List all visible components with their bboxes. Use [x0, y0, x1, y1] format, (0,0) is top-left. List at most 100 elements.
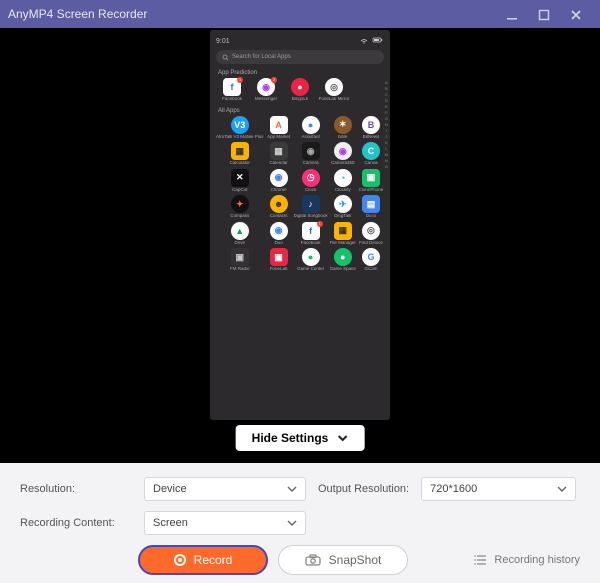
app-clonephone[interactable]: ▣ClonePhone — [358, 169, 384, 193]
app-title: AnyMP4 Screen Recorder — [8, 7, 496, 21]
notification-badge: 2 — [271, 77, 277, 83]
search-icon — [222, 54, 229, 61]
resolution-select[interactable]: Device — [144, 477, 306, 501]
app-icon: ♪ — [302, 195, 320, 213]
app-icon: G — [362, 248, 380, 266]
hide-settings-button[interactable]: Hide Settings — [236, 425, 365, 451]
app-bitnews[interactable]: BBitNews — [358, 116, 384, 140]
app-clockify[interactable]: ◔Clockify — [330, 169, 356, 193]
app-icon: ▤ — [362, 195, 380, 213]
recording-history-link[interactable]: Recording history — [474, 554, 580, 566]
app-bible[interactable]: ✶bible — [330, 116, 356, 140]
app-label: Facebook — [216, 97, 248, 102]
alpha-letter[interactable]: O — [385, 164, 388, 170]
app-facebook[interactable]: fFacebook1 — [294, 222, 328, 246]
app-file-manager[interactable]: ▦File Manager — [330, 222, 356, 246]
app-label: Clock — [294, 188, 328, 193]
app-icon: B — [362, 116, 380, 134]
app-digital-songbook[interactable]: ♪Digital Songbook — [294, 195, 328, 219]
record-button[interactable]: Record — [138, 545, 268, 575]
recording-content-select[interactable]: Screen — [144, 511, 306, 535]
minimize-button[interactable] — [496, 6, 528, 22]
app-icon: ▣ — [362, 169, 380, 187]
app-label: Duo — [266, 241, 292, 246]
app-dingtalk[interactable]: ✈DingTalk — [330, 195, 356, 219]
chevron-down-icon — [287, 484, 297, 494]
wifi-icon — [360, 36, 368, 44]
app-icon: ◉ — [334, 142, 352, 160]
app-bingolk[interactable]: ●BingoLk — [284, 78, 316, 102]
app-fonelab-mirror[interactable]: ◎FoneLab Mirror — [318, 78, 350, 102]
app-icon: A — [270, 116, 288, 134]
app-fonelab[interactable]: ▣FoneLab — [266, 248, 292, 272]
phone-screen: 9:01 Search for Local Apps App Predictio… — [210, 30, 390, 420]
app-icon: ☻ — [270, 195, 288, 213]
app-icon: ◎ — [362, 222, 380, 240]
camera-icon — [305, 554, 321, 566]
app-icon: ◉ — [270, 169, 288, 187]
app-label: Camera — [294, 161, 328, 166]
app-label: FM Radio — [216, 267, 264, 272]
app-capcut[interactable]: ✕CapCut — [216, 169, 264, 193]
app-label: Docs — [358, 214, 384, 219]
app-icon: ▣ — [270, 248, 288, 266]
app-find-device[interactable]: ◎Find Device — [358, 222, 384, 246]
close-button[interactable] — [560, 6, 592, 22]
app-label: CapCut — [216, 188, 264, 193]
app-clock[interactable]: ◷Clock — [294, 169, 328, 193]
maximize-button[interactable] — [528, 6, 560, 22]
app-label: Clockify — [330, 188, 356, 193]
record-label: Record — [194, 553, 233, 567]
app-icon: ● — [302, 116, 320, 134]
app-icon: ◉ — [302, 142, 320, 160]
app-assistant[interactable]: ●Assistant — [294, 116, 328, 140]
app-app-market[interactable]: AApp Market — [266, 116, 292, 140]
app-label: Find Device — [358, 241, 384, 246]
notification-badge: 1 — [317, 221, 323, 227]
app-label: Chrome — [266, 188, 292, 193]
notification-badge: 1 — [237, 77, 243, 83]
hide-settings-label: Hide Settings — [252, 431, 329, 445]
app-label: bible — [330, 135, 356, 140]
app-game-space[interactable]: ●Game Space — [330, 248, 356, 272]
app-duo[interactable]: ◉Duo — [266, 222, 292, 246]
phone-search-input[interactable]: Search for Local Apps — [216, 50, 384, 64]
app-icon: ✈ — [334, 195, 352, 213]
alpha-index[interactable]: ABCDEFGHIJKLMNO — [385, 80, 388, 170]
app-afrotalk-v3-mobile-plus[interactable]: V3AfroTalk V3 Mobile Plus — [216, 116, 264, 140]
app-label: Calendar — [266, 161, 292, 166]
output-resolution-label: Output Resolution: — [318, 483, 409, 495]
recording-content-value: Screen — [153, 517, 287, 529]
app-icon: ◷ — [302, 169, 320, 187]
app-label: BingoLk — [284, 97, 316, 102]
app-icon: V3 — [231, 116, 249, 134]
app-compass[interactable]: ✦Compass — [216, 195, 264, 219]
app-canva[interactable]: CCanva — [358, 142, 384, 166]
app-messenger[interactable]: ◉Messenger2 — [250, 78, 282, 102]
app-label: Messenger — [250, 97, 282, 102]
app-contacts[interactable]: ☻Contacts — [266, 195, 292, 219]
app-label: GCam — [358, 267, 384, 272]
app-fm-radio[interactable]: ▣FM Radio — [216, 248, 264, 272]
app-label: FoneLab Mirror — [318, 97, 350, 102]
output-resolution-select[interactable]: 720*1600 — [421, 477, 576, 501]
app-gcam[interactable]: GGCam — [358, 248, 384, 272]
app-camera360[interactable]: ◉Camera360 — [330, 142, 356, 166]
app-icon: ● — [302, 248, 320, 266]
app-drive[interactable]: ▲Drive — [216, 222, 264, 246]
app-docs[interactable]: ▤Docs — [358, 195, 384, 219]
status-time: 9:01 — [216, 38, 358, 45]
app-game-center[interactable]: ●Game Center — [294, 248, 328, 272]
titlebar: AnyMP4 Screen Recorder — [0, 0, 600, 28]
app-facebook[interactable]: fFacebook1 — [216, 78, 248, 102]
snapshot-button[interactable]: SnapShot — [278, 545, 408, 575]
recording-history-label: Recording history — [494, 554, 580, 566]
resolution-value: Device — [153, 483, 287, 495]
app-icon: ◎ — [325, 78, 343, 96]
app-camera[interactable]: ◉Camera — [294, 142, 328, 166]
record-icon — [174, 554, 186, 566]
app-calculator[interactable]: ▦Calculator — [216, 142, 264, 166]
app-calendar[interactable]: ▦Calendar — [266, 142, 292, 166]
app-chrome[interactable]: ◉Chrome — [266, 169, 292, 193]
app-label: Digital Songbook — [294, 214, 328, 219]
